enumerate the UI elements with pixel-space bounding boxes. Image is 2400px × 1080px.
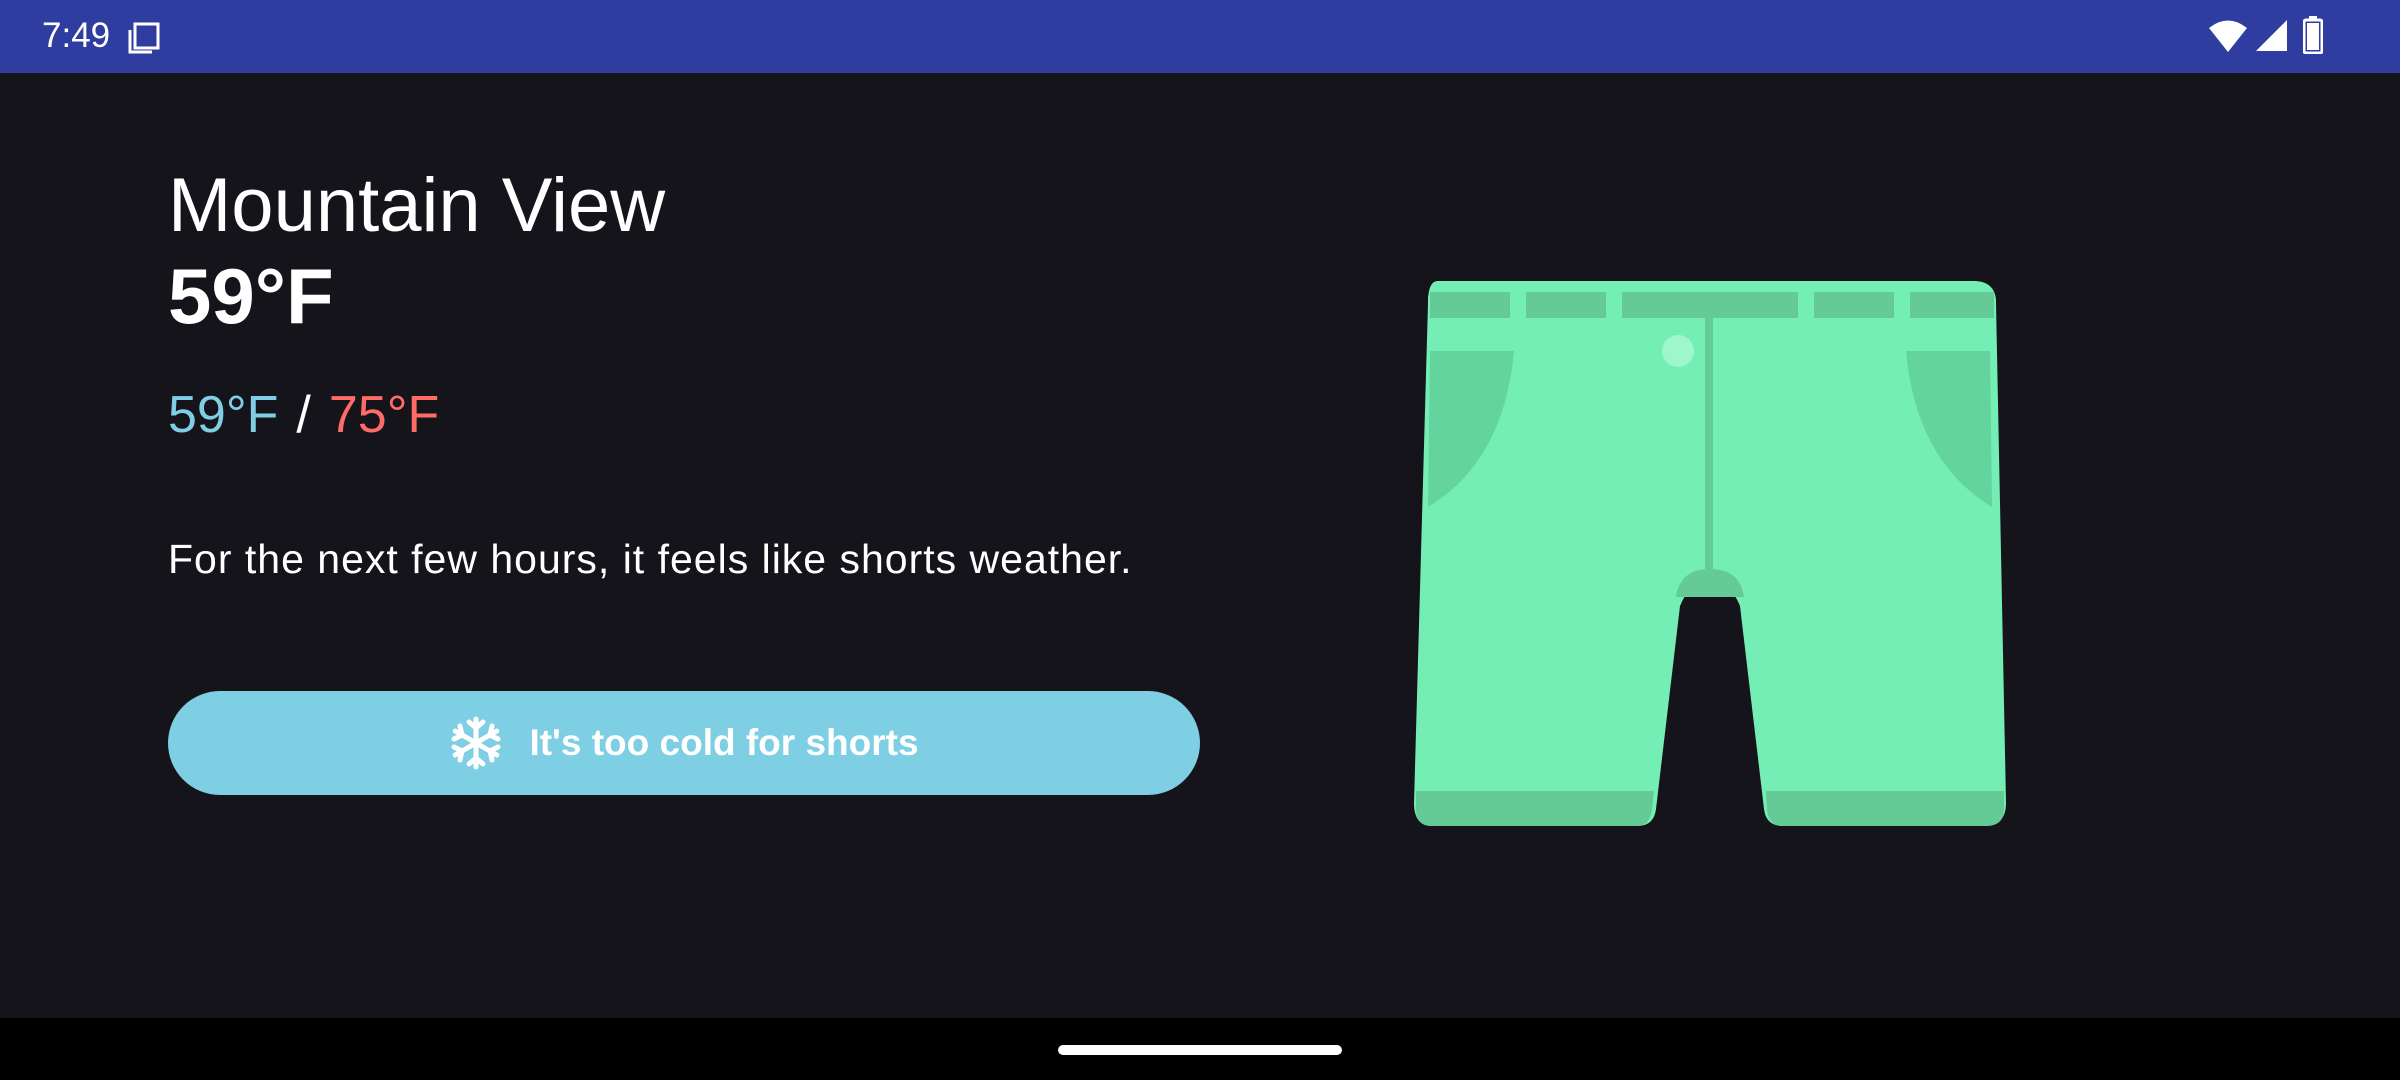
range-separator: / <box>296 386 311 444</box>
current-temperature: 59°F <box>168 252 334 340</box>
city-name: Mountain View <box>168 163 666 248</box>
weather-message: For the next few hours, it feels like sh… <box>168 536 1133 582</box>
signal-icon <box>2256 20 2287 51</box>
snowflake-icon <box>451 716 501 770</box>
main-content: Mountain View 59°F 59°F / 75°F For the nex… <box>0 73 2400 1018</box>
high-temperature: 75°F <box>328 386 440 444</box>
too-cold-button-label: It's too cold for shorts <box>529 722 919 763</box>
low-temperature: 59°F <box>168 386 279 444</box>
home-gesture-handle[interactable] <box>1058 1045 1342 1055</box>
temperature-range: 59°F / 75°F <box>168 383 439 447</box>
status-bar: 7:49 <box>0 0 2400 73</box>
shorts-illustration <box>1414 281 2006 826</box>
status-time: 7:49 <box>42 16 111 55</box>
battery-icon <box>2303 16 2323 54</box>
too-cold-button[interactable]: It's too cold for shorts <box>168 691 1200 795</box>
copy-icon <box>128 22 160 54</box>
navigation-bar <box>0 1018 2400 1080</box>
wifi-icon <box>2209 20 2247 52</box>
